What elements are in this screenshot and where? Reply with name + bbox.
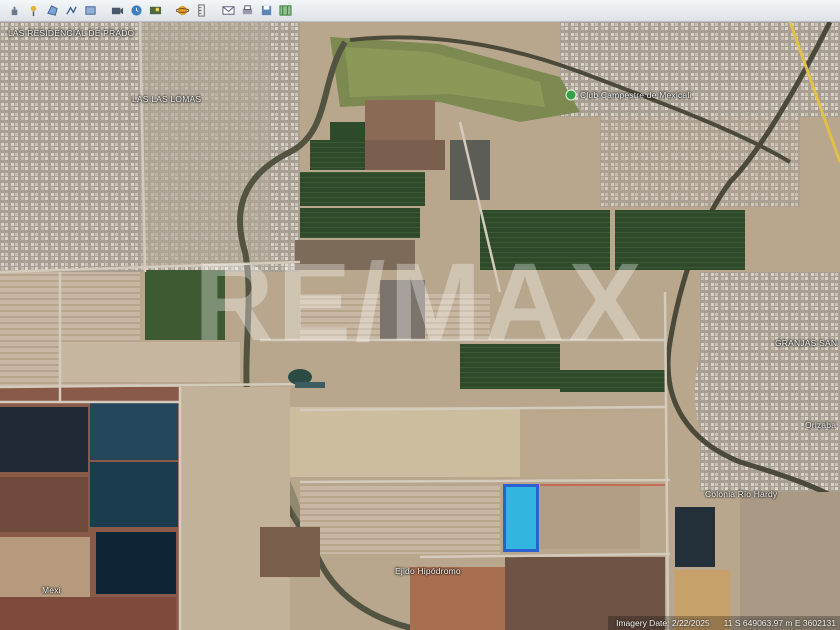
- satellite-imagery: [0, 20, 840, 630]
- toolbar: [0, 0, 840, 22]
- add-overlay-icon[interactable]: [82, 2, 99, 19]
- google-earth-window: LAS RESIDENCIAL DE PRADO LAS LAS LOMAS C…: [0, 0, 840, 630]
- coordinates-readout: 11 S 649063.97 m E 3602131: [723, 618, 836, 628]
- planets-icon[interactable]: [174, 2, 191, 19]
- imagery-date: Imagery Date: 2/22/2025: [616, 618, 710, 628]
- ruler-icon[interactable]: [193, 2, 210, 19]
- label-bottom-left: Mexi: [42, 585, 61, 595]
- add-path-icon[interactable]: [63, 2, 80, 19]
- property-parcel-marker[interactable]: [503, 484, 539, 552]
- label-lomas: LAS LAS LOMAS: [132, 94, 202, 104]
- sun-icon[interactable]: [147, 2, 164, 19]
- label-residencial: LAS RESIDENCIAL DE PRADO: [8, 28, 135, 38]
- hand-tool-icon[interactable]: [6, 2, 23, 19]
- label-club-campestre: Club Campestre de Mexicali: [580, 90, 692, 100]
- status-bar: Imagery Date: 2/22/2025 11 S 649063.97 m…: [608, 616, 840, 630]
- label-orizaba: Orizaba: [805, 420, 837, 430]
- add-polygon-icon[interactable]: [44, 2, 61, 19]
- save-image-icon[interactable]: [258, 2, 275, 19]
- add-placemark-icon[interactable]: [25, 2, 42, 19]
- label-colonia-rio-hardy: Colonia Rio Hardy: [705, 489, 778, 499]
- record-tour-icon[interactable]: [109, 2, 126, 19]
- satellite-map-view[interactable]: LAS RESIDENCIAL DE PRADO LAS LAS LOMAS C…: [0, 20, 840, 630]
- label-ejido: Ejido Hipódromo: [395, 566, 461, 576]
- view-in-maps-icon[interactable]: [277, 2, 294, 19]
- email-icon[interactable]: [220, 2, 237, 19]
- print-icon[interactable]: [239, 2, 256, 19]
- label-granjas: GRANJAS SAN: [775, 338, 838, 348]
- historical-imagery-icon[interactable]: [128, 2, 145, 19]
